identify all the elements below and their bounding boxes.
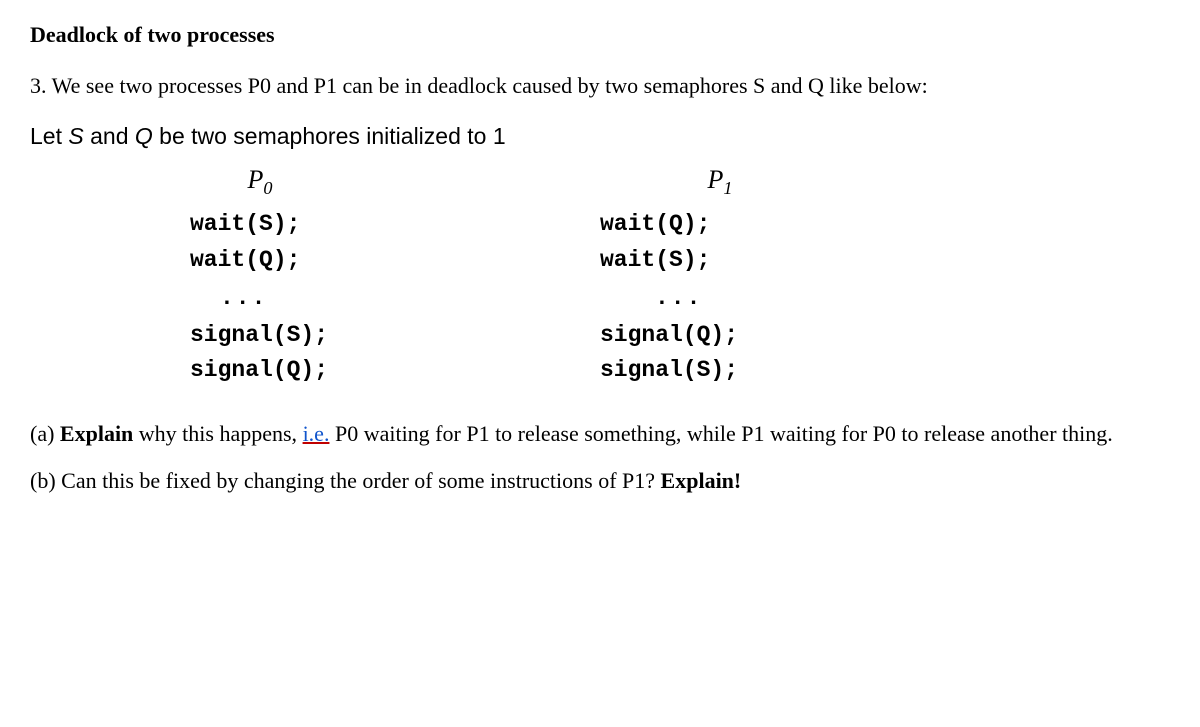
section-heading: Deadlock of two processes (30, 20, 1170, 51)
part-a-ie: i.e. (303, 421, 330, 446)
p0-label-sub: 0 (263, 178, 272, 198)
code-block: P0 wait(S); wait(Q); ... signal(S); sign… (30, 162, 1170, 389)
p1-label-sub: 1 (723, 178, 732, 198)
p0-label-base: P (248, 165, 264, 194)
process-p0-column: P0 wait(S); wait(Q); ... signal(S); sign… (30, 162, 490, 389)
part-a-bold: Explain (60, 421, 133, 446)
part-a-pre: (a) (30, 421, 60, 446)
p0-line-1: wait(S); (30, 207, 490, 243)
part-a-post: P0 waiting for P1 to release something, … (329, 421, 1112, 446)
semaphore-s: S (68, 123, 83, 149)
p1-line-3: ... (490, 279, 950, 318)
part-b-bold: Explain! (661, 468, 742, 493)
let-pre: Let (30, 123, 68, 149)
p1-line-5: signal(S); (490, 353, 950, 389)
p0-line-2: wait(Q); (30, 243, 490, 279)
let-post: be two semaphores initialized to 1 (153, 123, 506, 149)
question-intro: 3. We see two processes P0 and P1 can be… (30, 71, 1170, 102)
process-p1-column: P1 wait(Q); wait(S); ... signal(Q); sign… (490, 162, 950, 389)
process-p1-label: P1 (490, 162, 950, 202)
semaphore-q: Q (135, 123, 153, 149)
p0-line-5: signal(Q); (30, 353, 490, 389)
let-and: and (84, 123, 135, 149)
question-part-b: (b) Can this be fixed by changing the or… (30, 466, 1170, 497)
semaphore-init-statement: Let S and Q be two semaphores initialize… (30, 120, 1170, 152)
p1-line-4: signal(Q); (490, 318, 950, 354)
p1-label-base: P (708, 165, 724, 194)
part-b-pre: (b) Can this be fixed by changing the or… (30, 468, 661, 493)
p1-line-1: wait(Q); (490, 207, 950, 243)
p0-line-3: ... (30, 279, 490, 318)
p0-line-4: signal(S); (30, 318, 490, 354)
part-a-mid: why this happens, (133, 421, 302, 446)
process-p0-label: P0 (30, 162, 490, 202)
p1-line-2: wait(S); (490, 243, 950, 279)
question-part-a: (a) Explain why this happens, i.e. P0 wa… (30, 419, 1170, 450)
